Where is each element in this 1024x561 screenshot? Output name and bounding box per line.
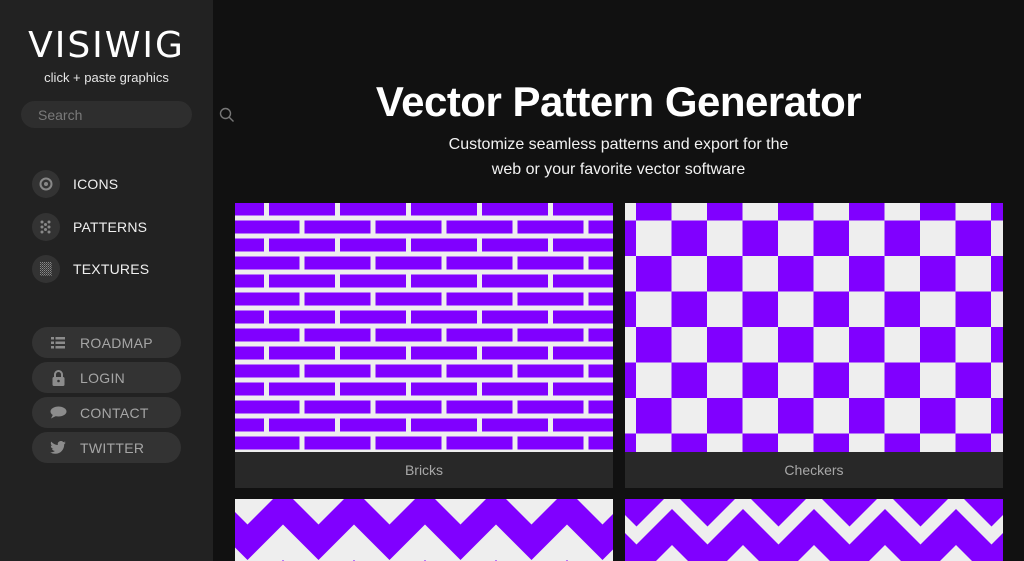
contact-button[interactable]: CONTACT: [32, 397, 181, 428]
login-button[interactable]: LOGIN: [32, 362, 181, 393]
pattern-card-chevron[interactable]: [235, 499, 613, 561]
roadmap-label: ROADMAP: [80, 334, 153, 351]
twitter-bird-icon: [48, 441, 68, 454]
logo[interactable]: VISIWIG: [0, 26, 213, 66]
speech-bubble-icon: [48, 406, 68, 419]
dots-grid-icon: [32, 212, 60, 241]
subtitle-line-1: Customize seamless patterns and export f…: [448, 136, 789, 153]
twitter-label: TWITTER: [80, 439, 145, 456]
twitter-button[interactable]: TWITTER: [32, 432, 181, 463]
page-subtitle: Customize seamless patterns and export f…: [213, 132, 1024, 182]
sidebar-item-label: PATTERNS: [73, 218, 148, 235]
pattern-card-label: Checkers: [625, 452, 1003, 488]
sidebar: VISIWIG click + paste graphics ICONS PAT…: [0, 0, 234, 561]
roadmap-button[interactable]: ROADMAP: [32, 327, 181, 358]
texture-icon: [32, 255, 60, 283]
contact-label: CONTACT: [80, 404, 149, 421]
search-input[interactable]: [38, 106, 219, 123]
list-icon: [48, 336, 68, 349]
checkers-pattern-preview: [625, 203, 1003, 452]
pattern-card-checkers[interactable]: Checkers: [625, 203, 1003, 488]
target-icon: [32, 170, 60, 198]
chevron-pattern-preview: [235, 499, 613, 561]
pattern-card-zigzag[interactable]: [625, 499, 1003, 561]
subtitle-line-2: web or your favorite vector software: [491, 161, 746, 178]
tagline: click + paste graphics: [44, 70, 169, 85]
sidebar-nav: ICONS PATTERNS TEXTURES: [32, 170, 149, 298]
login-label: LOGIN: [80, 369, 126, 386]
sidebar-item-label: TEXTURES: [73, 261, 150, 277]
pattern-card-bricks[interactable]: Bricks: [235, 203, 613, 488]
lock-icon: [48, 369, 68, 386]
sidebar-item-icons[interactable]: ICONS: [32, 170, 149, 198]
sidebar-item-patterns[interactable]: PATTERNS: [32, 212, 149, 241]
bricks-pattern-preview: [235, 203, 613, 452]
sidebar-item-textures[interactable]: TEXTURES: [32, 255, 149, 283]
page-title: Vector Pattern Generator: [375, 78, 862, 125]
zigzag-pattern-preview: [625, 499, 1003, 561]
search-box[interactable]: [21, 101, 234, 128]
sidebar-links: ROADMAP LOGIN CONTACT TWITTER: [32, 327, 181, 467]
pattern-card-label: Bricks: [235, 452, 613, 488]
sidebar-item-label: ICONS: [73, 176, 119, 192]
